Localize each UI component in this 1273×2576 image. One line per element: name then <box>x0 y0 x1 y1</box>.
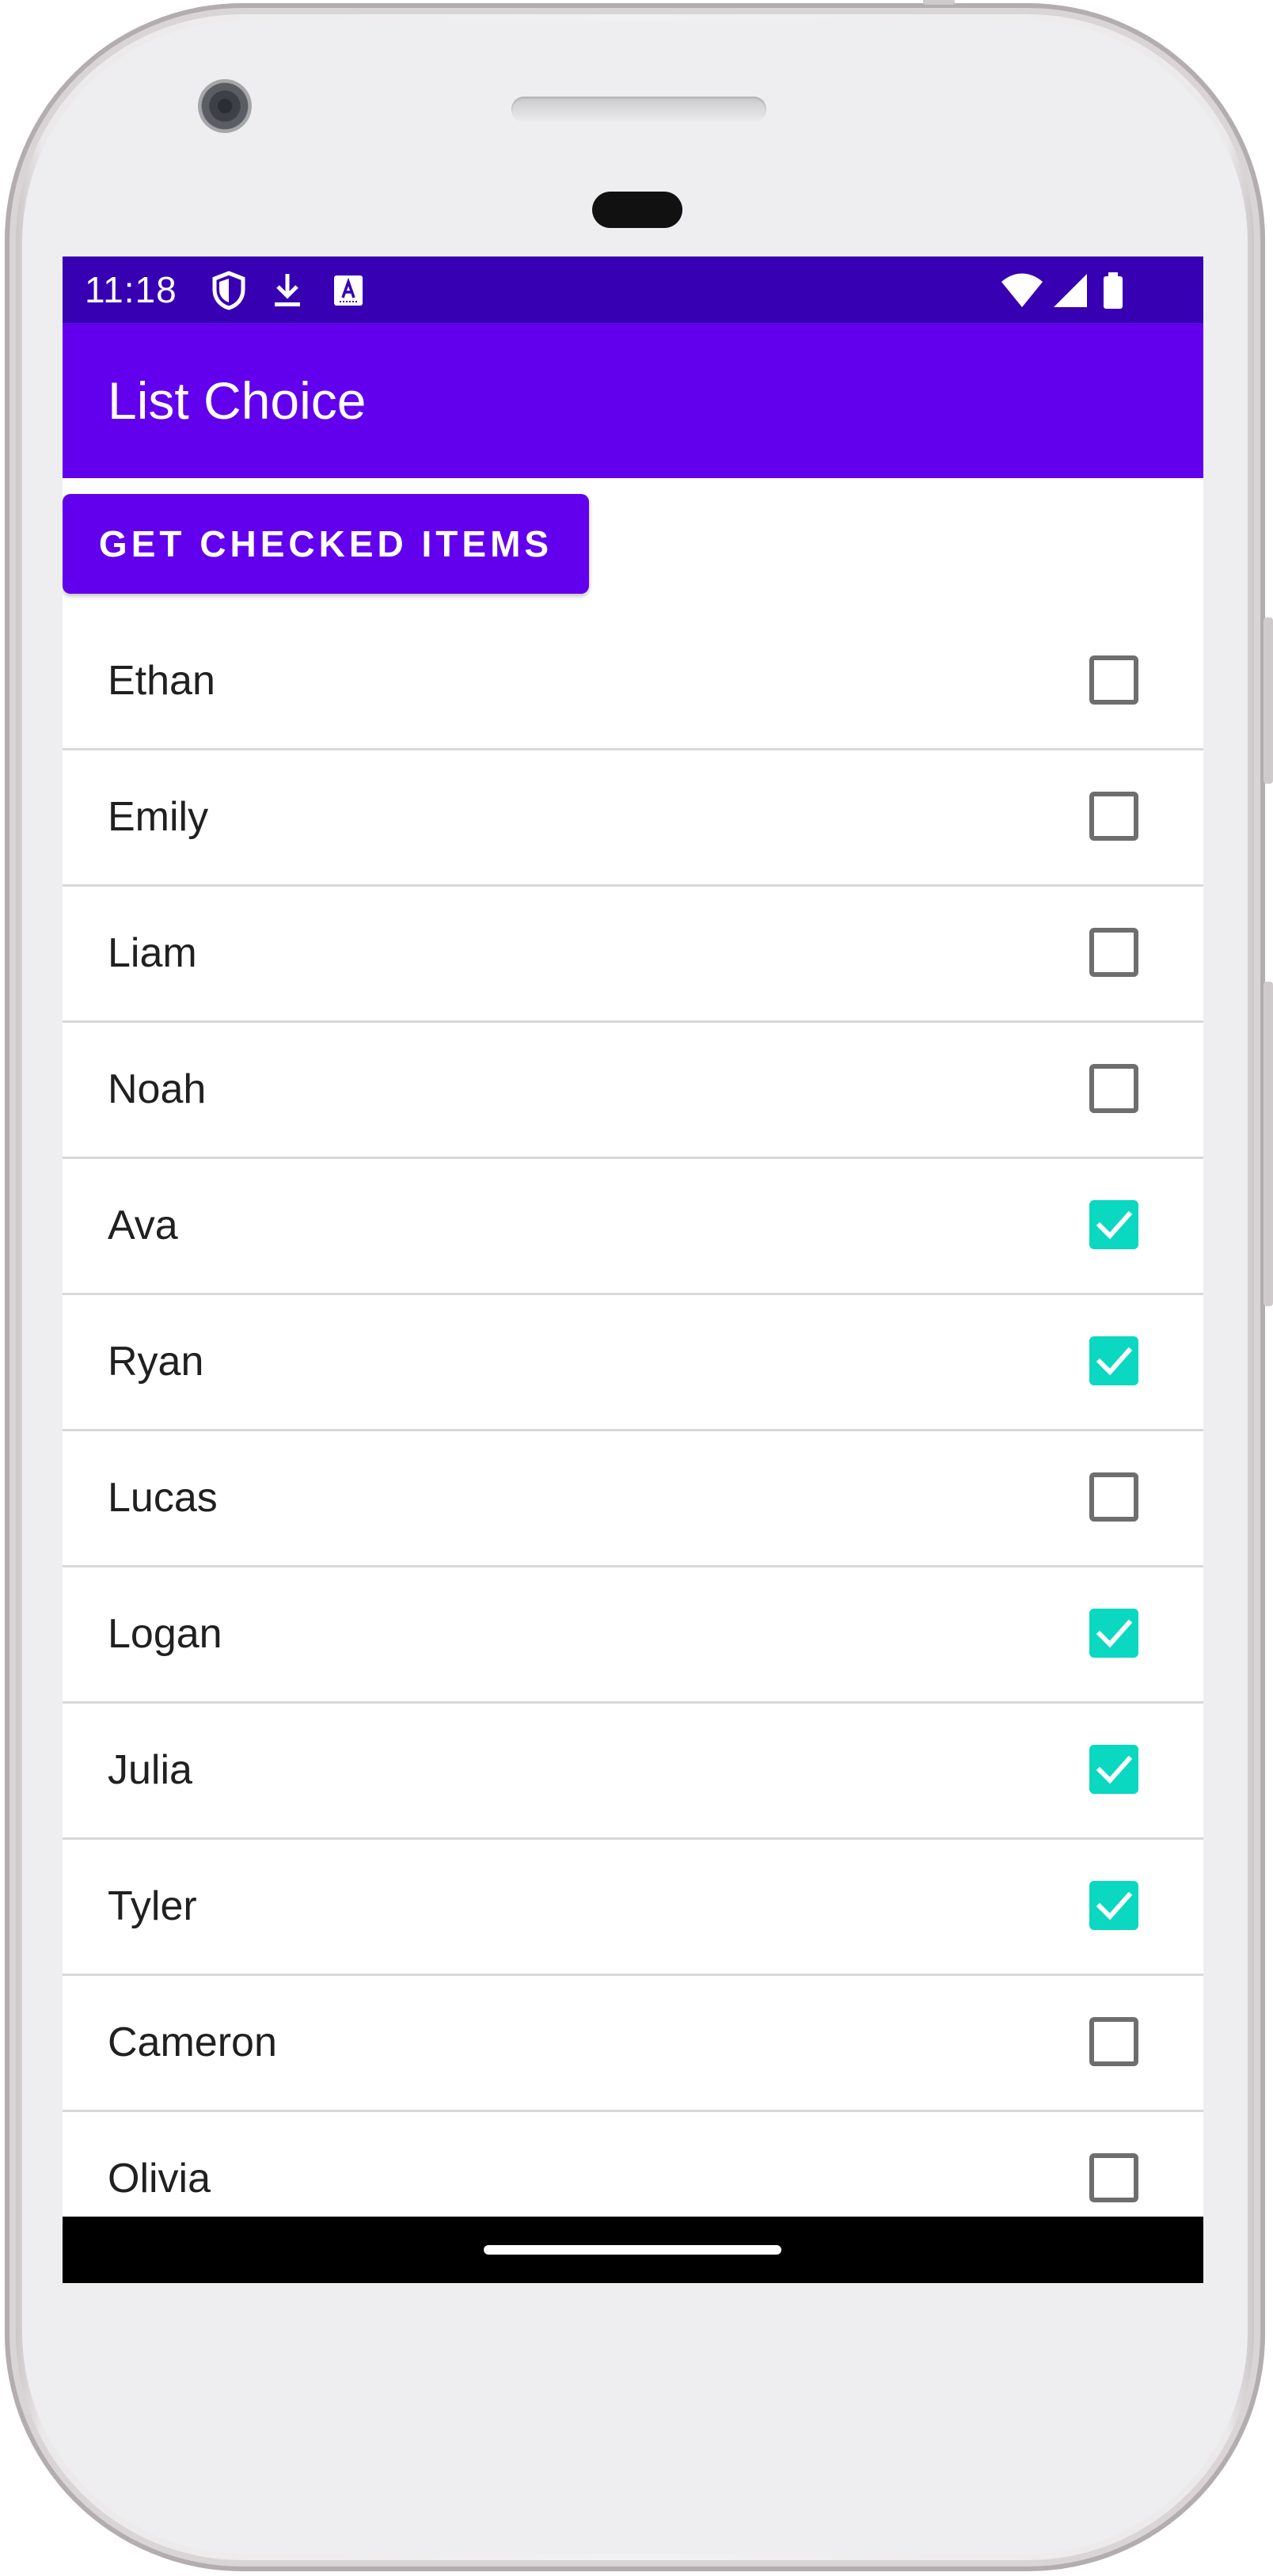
list-item[interactable]: Julia <box>63 1704 1203 1840</box>
get-checked-items-button[interactable]: GET CHECKED ITEMS <box>63 494 589 594</box>
navigation-bar <box>63 2217 1203 2283</box>
wifi-icon <box>1001 273 1043 307</box>
list-item[interactable]: Ethan <box>63 614 1203 750</box>
list-item-label: Logan <box>108 1611 222 1657</box>
checkbox-checked[interactable] <box>1089 1336 1138 1385</box>
battery-icon <box>1104 272 1123 309</box>
list-item[interactable]: Liam <box>63 887 1203 1023</box>
text-recognition-icon <box>334 275 363 306</box>
checkmark-icon <box>1096 1891 1133 1921</box>
list-item[interactable]: Lucas <box>63 1431 1203 1567</box>
list-item[interactable]: Ava <box>63 1159 1203 1295</box>
list-item[interactable]: Cameron <box>63 1976 1203 2112</box>
checkbox-checked[interactable] <box>1089 1200 1138 1249</box>
status-time: 11:18 <box>85 269 177 310</box>
list-item-label: Liam <box>108 930 197 976</box>
checkmark-icon <box>1096 1210 1133 1240</box>
app-bar: List Choice <box>63 323 1203 478</box>
main-content: GET CHECKED ITEMS Ethan Emily Liam Noah Ava R… <box>63 478 1203 2217</box>
checkbox-checked[interactable] <box>1089 1609 1138 1658</box>
top-edge-detail <box>923 0 955 5</box>
checkmark-icon <box>1096 1755 1133 1784</box>
list-item[interactable]: Ryan <box>63 1295 1203 1431</box>
name-list: Ethan Emily Liam Noah Ava Ryan Lucas Logan Julia… <box>63 614 1203 2217</box>
status-bar: 11:18 <box>63 256 1203 323</box>
signal-icon <box>1054 274 1087 307</box>
download-icon <box>275 274 300 306</box>
page-title: List Choice <box>108 371 367 430</box>
earpiece-speaker-icon <box>511 97 766 122</box>
checkbox-unchecked[interactable] <box>1089 2153 1138 2202</box>
proximity-sensor-icon <box>592 192 682 228</box>
list-item-label: Ryan <box>108 1339 204 1385</box>
checkbox-unchecked[interactable] <box>1089 792 1138 841</box>
checkbox-unchecked[interactable] <box>1089 1472 1138 1522</box>
checkmark-icon <box>1096 1619 1133 1648</box>
power-button <box>1264 982 1273 1306</box>
list-item-label: Tyler <box>108 1883 197 1929</box>
checkbox-unchecked[interactable] <box>1089 655 1138 705</box>
list-item[interactable]: Olivia <box>63 2112 1203 2217</box>
checkbox-unchecked[interactable] <box>1089 1064 1138 1113</box>
list-item-label: Noah <box>108 1066 207 1112</box>
list-item-label: Ethan <box>108 658 215 704</box>
list-item-label: Olivia <box>108 2156 211 2202</box>
list-item-label: Emily <box>108 794 209 840</box>
checkbox-checked[interactable] <box>1089 1745 1138 1794</box>
checkmark-icon <box>1096 1347 1133 1376</box>
home-pill-icon[interactable] <box>484 2245 781 2255</box>
checkbox-checked[interactable] <box>1089 1881 1138 1930</box>
list-item[interactable]: Logan <box>63 1567 1203 1704</box>
list-item-label: Cameron <box>108 2019 277 2065</box>
checkbox-unchecked[interactable] <box>1089 2017 1138 2066</box>
list-item-label: Ava <box>108 1203 178 1248</box>
list-item-label: Julia <box>108 1747 192 1793</box>
shield-icon <box>212 271 245 310</box>
list-item[interactable]: Tyler <box>63 1840 1203 1976</box>
list-item[interactable]: Noah <box>63 1023 1203 1159</box>
device-screen: 11:18 List Choice GET CHECKED ITEMS Etha… <box>63 256 1203 2283</box>
checkbox-unchecked[interactable] <box>1089 928 1138 977</box>
front-camera-icon <box>198 79 252 133</box>
volume-button <box>1264 617 1273 784</box>
list-item[interactable]: Emily <box>63 750 1203 887</box>
list-item-label: Lucas <box>108 1475 218 1521</box>
